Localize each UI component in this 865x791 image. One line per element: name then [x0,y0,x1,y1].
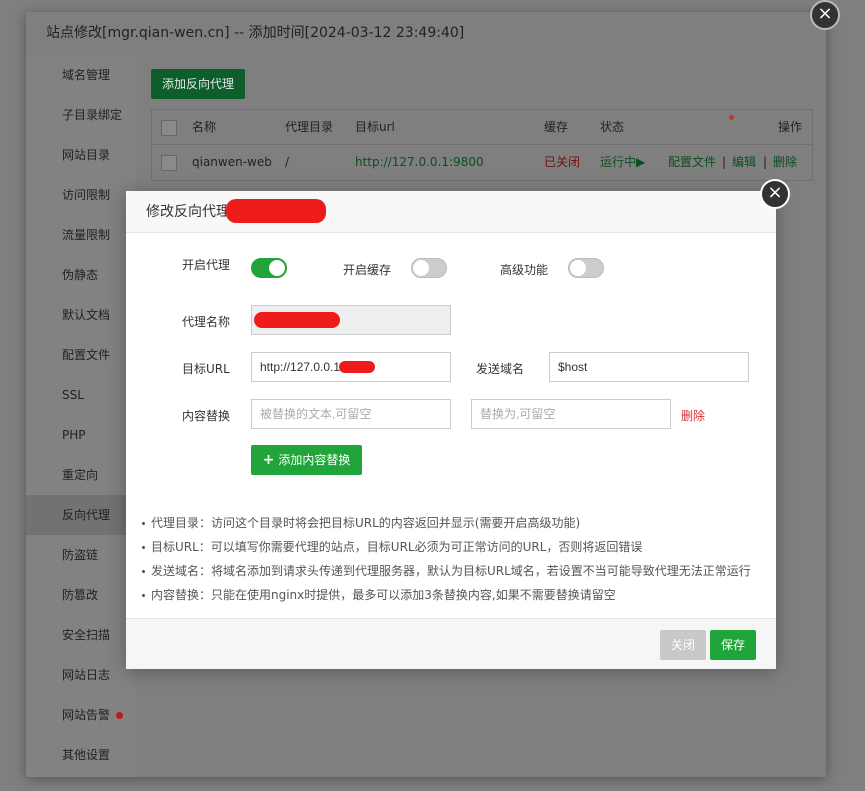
sidebar-item-ssl[interactable]: SSL [26,375,135,415]
send-host-input[interactable] [549,352,749,382]
sidebar-item-traffic-limit[interactable]: 流量限制 [26,215,135,255]
col-header-cache: 缓存 [544,120,569,134]
note-item: 发送域名：将域名添加到请求头传递到代理服务器，默认为目标URL域名，若设置不当可… [142,560,762,584]
sidebar-item-label: 网站告警 [62,708,111,722]
note-item: 代理目录：访问这个目录时将会把目标URL的内容返回并显示(需要开启高级功能) [142,512,762,536]
proxy-table: 名称 代理目录 目标url 缓存 状态 操作 qianwen-web / htt… [151,109,813,181]
sidebar-item-redirect[interactable]: 重定向 [26,455,135,495]
proxy-toggle-label: 开启代理 [182,258,231,272]
advanced-toggle-label: 高级功能 [500,263,549,277]
sidebar-item-php[interactable]: PHP [26,415,135,455]
sidebar-item-domain[interactable]: 域名管理 [26,55,135,95]
row-url: http://127.0.0.1:9800 [355,155,484,169]
delete-replace-link[interactable]: 删除 [681,407,705,424]
redaction-mark [226,199,326,223]
col-header-status: 状态 [600,120,625,134]
note-item: 内容替换：只能在使用nginx时提供，最多可以添加3条替换内容,如果不需要替换请… [142,584,762,608]
row-cache: 已关闭 [544,155,581,169]
col-header-url: 目标url [355,120,395,134]
content-replace-label: 内容替换 [182,409,231,423]
sidebar-item-config-file[interactable]: 配置文件 [26,335,135,375]
modal-title: 修改反向代理 [146,204,230,220]
notice-dot-icon [729,115,734,120]
save-button[interactable]: 保存 [710,630,756,660]
sidebar-item-site-log[interactable]: 网站日志 [26,655,135,695]
row-checkbox[interactable] [161,155,177,171]
sidebar-item-rewrite[interactable]: 伪静态 [26,255,135,295]
row-name: qianwen-web [192,155,272,169]
redaction-mark [254,312,340,328]
bullet-icon [142,594,145,597]
row-status[interactable]: 运行中▶ [600,145,645,179]
advanced-toggle[interactable] [568,258,604,278]
sidebar-item-tamper-proof[interactable]: 防篡改 [26,575,135,615]
add-content-replace-label: 添加内容替换 [278,453,351,467]
redaction-mark [339,361,375,373]
row-dir: / [285,155,290,169]
window-title: 站点修改[mgr.qian-wen.cn] -- 添加时间[2024-03-12… [26,12,826,55]
note-text: 代理目录：访问这个目录时将会把目标URL的内容返回并显示(需要开启高级功能) [151,516,581,530]
note-text: 发送域名：将域名添加到请求头传递到代理服务器，默认为目标URL域名，若设置不当可… [151,564,751,578]
replace-from-input[interactable] [251,399,451,429]
col-header-name: 名称 [192,120,217,134]
modal-footer: 关闭 保存 [126,618,776,669]
sidebar-item-reverse-proxy[interactable]: 反向代理 [26,495,135,535]
action-separator: | [722,155,727,169]
bullet-icon [142,570,145,573]
sidebar-item-site-dir[interactable]: 网站目录 [26,135,135,175]
proxy-toggle[interactable] [251,258,287,278]
sidebar-item-access-limit[interactable]: 访问限制 [26,175,135,215]
plus-icon: + [262,452,275,468]
sidebar-item-hotlink[interactable]: 防盗链 [26,535,135,575]
send-host-label: 发送域名 [476,362,525,376]
cache-toggle-label: 开启缓存 [343,263,392,277]
help-notes: 代理目录：访问这个目录时将会把目标URL的内容返回并显示(需要开启高级功能) 目… [142,512,762,608]
col-header-dir: 代理目录 [285,120,334,134]
select-all-checkbox[interactable] [161,120,177,136]
col-header-actions: 操作 [778,120,803,134]
sidebar-item-default-doc[interactable]: 默认文档 [26,295,135,335]
window-close-icon[interactable]: × [810,0,840,30]
add-content-replace-button[interactable]: + 添加内容替换 [251,445,362,475]
action-separator: | [763,155,768,169]
note-item: 目标URL：可以填写你需要代理的站点，目标URL必须为可正常访问的URL，否则将… [142,536,762,560]
sidebar-item-site-alert[interactable]: 网站告警 [26,695,135,735]
bullet-icon [142,522,145,525]
target-url-label: 目标URL [182,362,230,376]
sidebar-item-security-scan[interactable]: 安全扫描 [26,615,135,655]
add-reverse-proxy-button[interactable]: 添加反向代理 [151,69,245,99]
edit-proxy-modal: 修改反向代理 开启代理 开启缓存 高级功能 代理名称 目标URL 发送域名 内容… [126,191,776,669]
config-file-link[interactable]: 配置文件 [668,145,716,179]
modal-close-icon[interactable]: × [760,179,790,209]
replace-to-input[interactable] [471,399,671,429]
alert-dot-icon [116,712,124,719]
sidebar: 域名管理 子目录绑定 网站目录 访问限制 流量限制 伪静态 默认文档 配置文件 … [26,55,135,777]
close-button[interactable]: 关闭 [660,630,706,660]
proxy-name-label: 代理名称 [182,315,231,329]
delete-link[interactable]: 删除 [773,145,797,179]
note-text: 内容替换：只能在使用nginx时提供，最多可以添加3条替换内容,如果不需要替换请… [151,588,616,602]
sidebar-item-other-settings[interactable]: 其他设置 [26,735,135,775]
edit-link[interactable]: 编辑 [732,145,756,179]
bullet-icon [142,546,145,549]
modal-header: 修改反向代理 [126,191,776,233]
cache-toggle[interactable] [411,258,447,278]
sidebar-item-subdir[interactable]: 子目录绑定 [26,95,135,135]
note-text: 目标URL：可以填写你需要代理的站点，目标URL必须为可正常访问的URL，否则将… [151,540,643,554]
